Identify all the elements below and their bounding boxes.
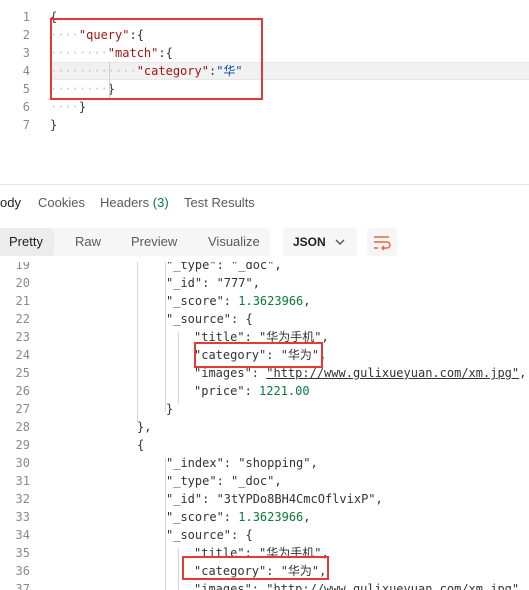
line-number: 31 xyxy=(15,474,30,488)
response-line: 32 "_id": "3tYPDo8BH4CmcOflvixP", xyxy=(0,490,529,508)
code-text: "images": "http://www.gulixueyuan.com/xm… xyxy=(194,580,526,590)
response-line: 33 "_score": 1.3623966, xyxy=(0,508,529,526)
line-number: 24 xyxy=(15,348,30,362)
response-line: 28}, xyxy=(0,418,529,436)
line-number: 22 xyxy=(15,312,30,326)
headers-count-badge: (3) xyxy=(152,195,169,210)
line-number: 35 xyxy=(15,546,30,560)
wrap-lines-icon xyxy=(367,236,397,260)
line-number: 37 xyxy=(15,582,30,590)
line-number: 29 xyxy=(15,438,30,452)
line-number: 2 xyxy=(22,28,30,42)
code-text: "_id": "3tYPDo8BH4CmcOflvixP", xyxy=(166,492,383,506)
line-number: 28 xyxy=(15,420,30,434)
line-number: 20 xyxy=(15,276,30,290)
response-tabs: ody Cookies Headers (3) Test Results xyxy=(0,184,529,223)
line-number: 32 xyxy=(15,492,30,506)
pretty-button[interactable]: Pretty xyxy=(0,228,54,256)
code-text: "price": 1221.00 xyxy=(194,384,310,398)
response-line: 20 "_id": "777", xyxy=(0,274,529,292)
wrap-lines-button[interactable] xyxy=(367,228,397,256)
code-text: "_source": { xyxy=(166,312,253,326)
tab-headers-label: Headers xyxy=(100,195,150,210)
response-line: 31 "_type": "_doc", xyxy=(0,472,529,490)
code-text: } xyxy=(166,402,174,416)
line-number: 25 xyxy=(15,366,30,380)
annotation-highlight-box xyxy=(194,342,323,368)
code-text: "_type": "_doc", xyxy=(166,474,282,488)
line-number: 23 xyxy=(15,330,30,344)
response-line: 30 "_index": "shopping", xyxy=(0,454,529,472)
response-line: 27} xyxy=(0,400,529,418)
response-body-viewer[interactable]: 19 "_type": "_doc", 20 "_id": "777", 21 "_s… xyxy=(0,262,529,590)
line-number: 19 xyxy=(15,262,30,272)
line-number: 34 xyxy=(15,528,30,542)
tab-headers[interactable]: Headers (3) xyxy=(100,195,169,210)
response-line: 26 "price": 1221.00 xyxy=(0,382,529,400)
tab-test-results[interactable]: Test Results xyxy=(184,195,255,210)
code-text: { xyxy=(137,438,145,452)
format-dropdown[interactable]: JSON xyxy=(283,228,357,256)
response-line: 29 { xyxy=(0,436,529,454)
raw-button[interactable]: Raw xyxy=(66,228,110,256)
preview-button[interactable]: Preview xyxy=(122,228,186,256)
line-number: 4 xyxy=(22,64,30,78)
format-label: JSON xyxy=(293,235,326,249)
line-number: 1 xyxy=(22,10,30,24)
image-url-link[interactable]: "http://www.gulixueyuan.com/xm.jpg" xyxy=(266,582,519,590)
response-line: 37 "images": "http://www.gulixueyuan.com/… xyxy=(0,580,529,590)
image-url-link[interactable]: "http://www.gulixueyuan.com/xm.jpg" xyxy=(266,366,519,380)
response-toolbar: Pretty Raw Preview Visualize JSON xyxy=(0,222,529,262)
annotation-highlight-box xyxy=(50,18,263,100)
code-text: ····} xyxy=(50,100,87,114)
line-number: 36 xyxy=(15,564,30,578)
request-body-editor[interactable]: 1 { 2 ····"query":{ 3 ········"match":{ … xyxy=(0,0,529,180)
line-number: 6 xyxy=(22,100,30,114)
tab-cookies[interactable]: Cookies xyxy=(38,195,85,210)
code-text: "_id": "777", xyxy=(166,276,260,290)
response-line: 21 "_score": 1.3623966, xyxy=(0,292,529,310)
code-text: "_score": 1.3623966, xyxy=(166,294,311,308)
line-number: 3 xyxy=(22,46,30,60)
line-number: 30 xyxy=(15,456,30,470)
code-text: "_score": 1.3623966, xyxy=(166,510,311,524)
visualize-button[interactable]: Visualize xyxy=(199,228,269,256)
editor-line: 7 } xyxy=(0,116,529,134)
code-text: "_source": { xyxy=(166,528,253,542)
code-text: } xyxy=(50,118,58,132)
annotation-highlight-box xyxy=(182,556,329,580)
code-text: "_type": "_doc", xyxy=(166,262,282,272)
editor-line: 6 ····} xyxy=(0,98,529,116)
line-number: 27 xyxy=(15,402,30,416)
response-line: 22 "_source": { xyxy=(0,310,529,328)
line-number: 33 xyxy=(15,510,30,524)
line-number: 7 xyxy=(22,118,30,132)
line-number: 5 xyxy=(22,82,30,96)
response-line: 19 "_type": "_doc", xyxy=(0,262,529,274)
line-number: 21 xyxy=(15,294,30,308)
code-text: "_index": "shopping", xyxy=(166,456,318,470)
tab-body[interactable]: ody xyxy=(0,195,21,210)
line-number: 26 xyxy=(15,384,30,398)
code-text: }, xyxy=(137,420,152,434)
response-line: 34 "_source": { xyxy=(0,526,529,544)
